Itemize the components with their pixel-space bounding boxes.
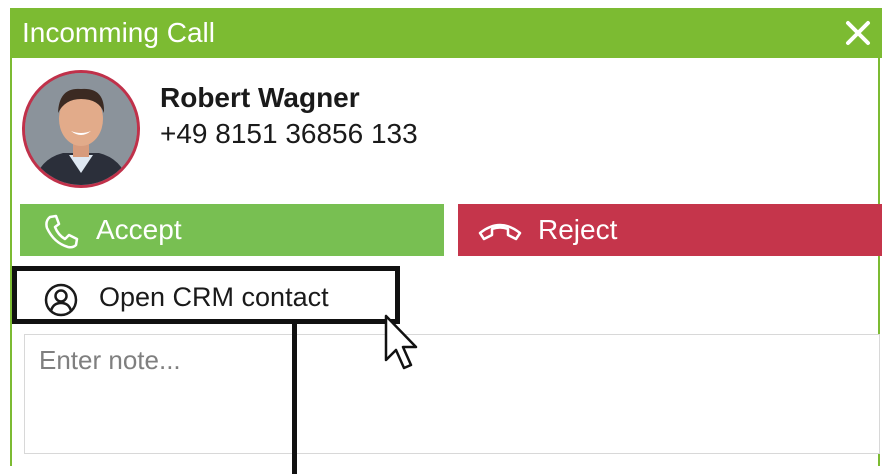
note-input[interactable] [24, 334, 880, 454]
reject-button[interactable]: Reject [458, 204, 882, 256]
window-title: Incomming Call [22, 17, 215, 48]
avatar [22, 70, 140, 188]
caller-phone: +49 8151 36856 133 [160, 118, 418, 149]
avatar-photo [25, 73, 137, 185]
title-bar: Incomming Call [10, 8, 882, 58]
reject-label: Reject [538, 214, 618, 245]
phone-icon [45, 214, 79, 249]
open-crm-contact-label: Open CRM contact [99, 282, 329, 312]
accept-label: Accept [96, 214, 182, 245]
user-circle-icon [44, 283, 78, 317]
callout-line [292, 324, 297, 474]
close-icon[interactable] [844, 19, 872, 47]
open-crm-contact-link[interactable]: Open CRM contact [12, 266, 400, 324]
hang-up-icon [478, 223, 522, 241]
incoming-call-window: Incomming Call Robert Wagner +49 8151 36… [10, 8, 882, 474]
accept-button[interactable]: Accept [20, 204, 444, 256]
caller-name: Robert Wagner [160, 82, 360, 113]
